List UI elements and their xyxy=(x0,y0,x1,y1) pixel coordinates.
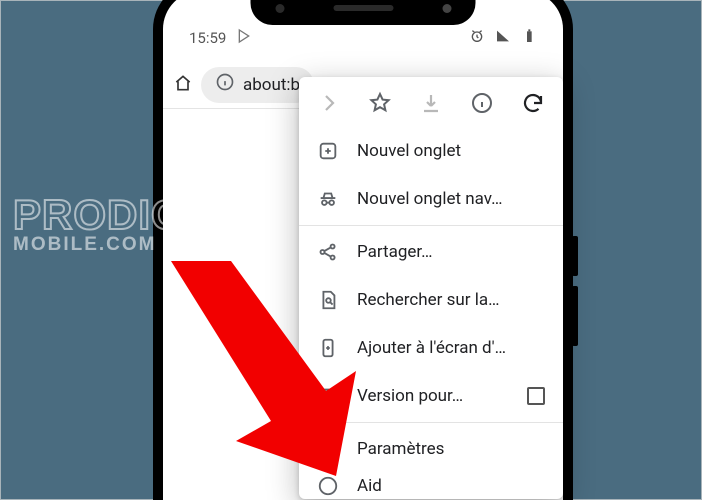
watermark-logo: PRODIGE MOBILE.COM xyxy=(13,196,214,253)
find-in-page-icon xyxy=(317,289,339,311)
menu-item-add-to-home[interactable]: Ajouter à l'écran d'… xyxy=(299,324,563,372)
bookmark-star-icon[interactable] xyxy=(368,91,392,115)
info-icon[interactable] xyxy=(470,91,494,115)
menu-item-label: Nouvel onglet xyxy=(357,141,545,161)
menu-item-share[interactable]: Partager… xyxy=(299,228,563,276)
play-store-icon xyxy=(236,28,252,48)
home-icon[interactable] xyxy=(173,73,193,97)
desktop-site-checkbox[interactable] xyxy=(527,387,545,405)
menu-item-label: Rechercher sur la… xyxy=(357,290,545,310)
phone-side-button xyxy=(572,236,578,276)
menu-item-new-tab[interactable]: Nouvel onglet xyxy=(299,127,563,175)
menu-item-label: Version pour… xyxy=(357,386,503,406)
menu-item-settings[interactable]: Paramètres xyxy=(299,425,563,473)
menu-item-label: Aid xyxy=(357,476,545,496)
add-to-home-icon xyxy=(317,337,339,359)
status-time: 15:59 xyxy=(189,29,226,47)
overflow-menu: Nouvel onglet Nouvel onglet nav… Partage… xyxy=(299,77,563,499)
forward-icon[interactable] xyxy=(317,91,341,115)
incognito-icon xyxy=(317,188,339,210)
menu-item-label: Paramètres xyxy=(357,439,545,459)
watermark-line2: MOBILE.COM xyxy=(13,236,214,253)
phone-notch xyxy=(251,0,476,25)
menu-item-label: Nouvel onglet nav… xyxy=(357,189,545,209)
menu-item-label: Partager… xyxy=(357,242,545,262)
download-icon[interactable] xyxy=(419,91,443,115)
alarm-icon xyxy=(469,28,485,48)
menu-item-label: Ajouter à l'écran d'… xyxy=(357,338,545,358)
desktop-icon xyxy=(317,385,339,407)
phone-side-button xyxy=(572,286,578,346)
menu-item-help-cut[interactable]: Aid xyxy=(299,473,563,499)
status-bar: 15:59 xyxy=(163,25,563,51)
battery-icon xyxy=(521,28,537,48)
url-text: about:b xyxy=(243,75,300,95)
info-icon xyxy=(215,72,235,97)
menu-action-row xyxy=(299,77,563,127)
new-tab-icon xyxy=(317,140,339,162)
share-icon xyxy=(317,241,339,263)
gear-icon xyxy=(317,438,339,460)
menu-item-find-in-page[interactable]: Rechercher sur la… xyxy=(299,276,563,324)
menu-divider xyxy=(299,225,563,226)
menu-divider xyxy=(299,422,563,423)
menu-item-desktop-site[interactable]: Version pour… xyxy=(299,372,563,420)
menu-item-incognito[interactable]: Nouvel onglet nav… xyxy=(299,175,563,223)
watermark-line1: PRODIGE xyxy=(13,196,214,234)
help-icon xyxy=(317,475,339,497)
address-bar[interactable]: about:b xyxy=(201,67,314,103)
reload-icon[interactable] xyxy=(521,91,545,115)
signal-icon xyxy=(495,28,511,48)
